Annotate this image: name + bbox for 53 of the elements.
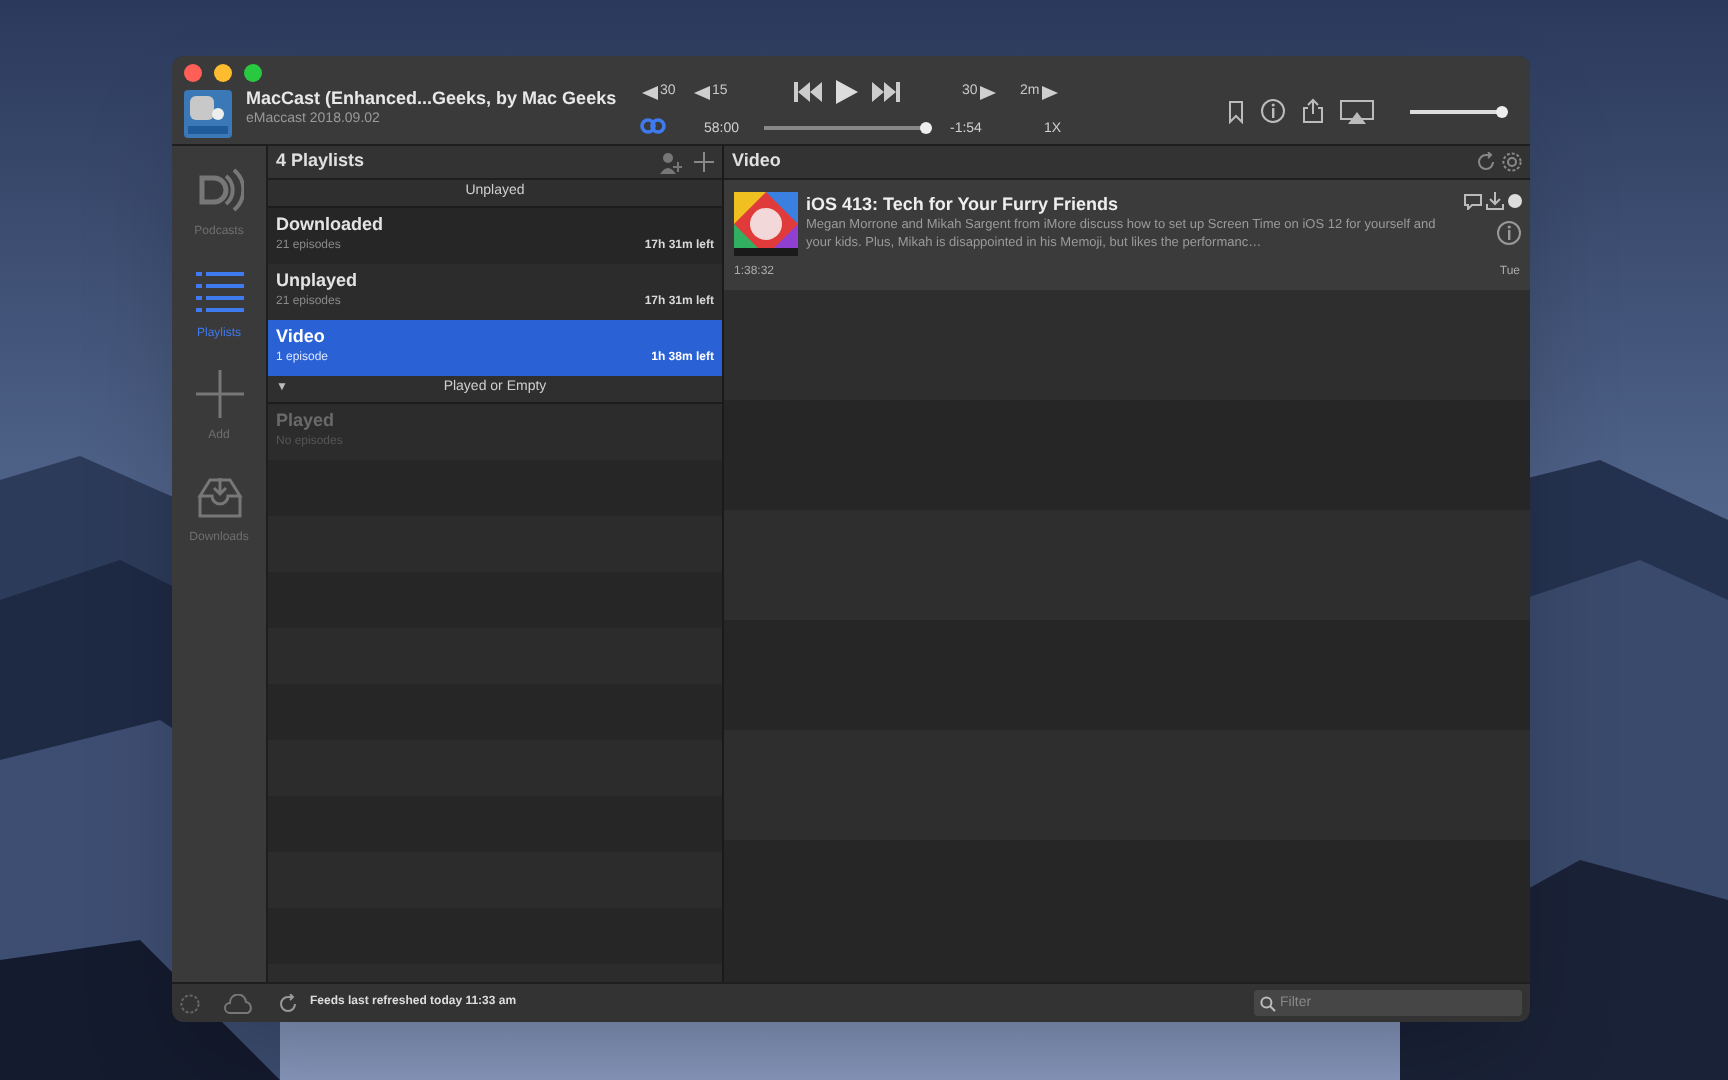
add-icon xyxy=(195,370,243,418)
previous-button[interactable] xyxy=(794,82,822,102)
skip-forward-icon xyxy=(1041,85,1058,100)
volume-thumb[interactable] xyxy=(1495,105,1508,117)
loop-button[interactable] xyxy=(640,118,666,134)
info-icon xyxy=(1496,220,1522,246)
minimize-button[interactable] xyxy=(214,64,232,82)
download-icon xyxy=(1486,192,1504,210)
podcast-artwork-icon xyxy=(184,90,232,138)
info-icon xyxy=(1260,98,1286,124)
zoom-button[interactable] xyxy=(244,64,262,82)
dot-icon xyxy=(1508,194,1522,208)
progress-thumb[interactable] xyxy=(920,122,933,134)
episode-row[interactable] xyxy=(724,180,1530,290)
gear-icon xyxy=(1502,152,1522,172)
info-button[interactable] xyxy=(1496,220,1522,246)
bookmark-button[interactable] xyxy=(1228,99,1244,123)
play-icon xyxy=(836,80,858,104)
playlist-name: Downloaded xyxy=(276,212,385,238)
share-icon xyxy=(1302,98,1324,124)
playlist-name: Unplayed xyxy=(276,268,360,294)
play-button[interactable] xyxy=(836,80,858,104)
gear-icon xyxy=(180,993,200,1013)
refresh-icon xyxy=(278,993,298,1013)
playlists-icon xyxy=(195,268,243,316)
skip-forward-icon xyxy=(979,85,996,100)
next-icon xyxy=(872,82,900,102)
search-icon xyxy=(1260,995,1276,1011)
episode-title: MacCast (Enhanced...Geeks, by Mac Geeks xyxy=(246,86,617,110)
skip-back-icon xyxy=(642,85,658,100)
previous-icon xyxy=(794,82,822,102)
bookmark-icon xyxy=(1228,99,1244,123)
downloads-icon xyxy=(195,472,243,520)
podcasts-icon xyxy=(195,166,243,214)
playlist-name: Video xyxy=(276,324,327,350)
panel-title: Video xyxy=(732,148,783,175)
loop-icon xyxy=(640,118,666,134)
info-button[interactable] xyxy=(1260,98,1286,124)
episode-title: iOS 413: Tech for Your Furry Friends xyxy=(806,192,1121,216)
refresh-icon xyxy=(1476,152,1496,172)
airplay-button[interactable] xyxy=(1340,99,1374,123)
close-button[interactable] xyxy=(184,64,202,82)
share-button[interactable] xyxy=(1302,98,1324,124)
panel-title: 4 Playlists xyxy=(276,148,367,175)
next-button[interactable] xyxy=(872,82,900,102)
cloud-icon xyxy=(224,993,254,1013)
speech-bubble-icon xyxy=(1464,193,1482,209)
person-plus-icon xyxy=(660,151,682,173)
airplay-icon xyxy=(1340,99,1374,123)
playlist-name: Played xyxy=(276,408,337,434)
episode-artwork-icon xyxy=(734,192,798,256)
plus-icon xyxy=(694,152,714,172)
skip-back-icon xyxy=(694,85,710,100)
